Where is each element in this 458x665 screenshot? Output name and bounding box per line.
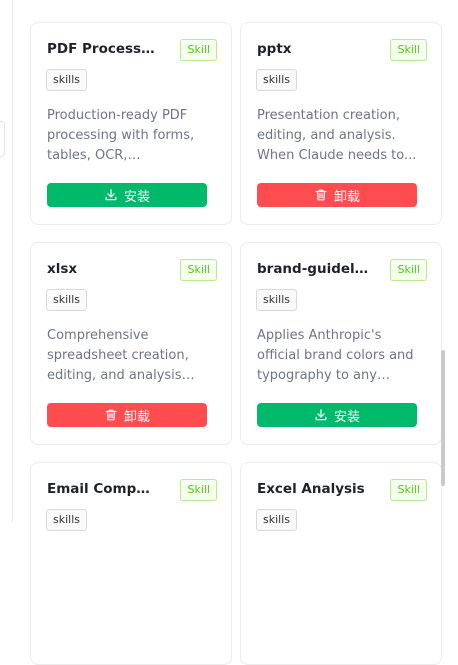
card-title: Email Composer xyxy=(47,481,159,497)
card-description: Presentation creation, editing, and anal… xyxy=(257,108,417,163)
trash-icon xyxy=(104,408,118,422)
skill-badge: Skill xyxy=(180,259,217,281)
card-title: PDF Processi... xyxy=(47,41,159,57)
skill-badge: Skill xyxy=(390,479,427,501)
install-label: 安装 xyxy=(333,409,360,425)
card-title: Excel Analysis xyxy=(257,481,365,497)
skill-badge: Skill xyxy=(180,39,217,61)
skill-card[interactable]: brand-guideli... Skill skills Applies An… xyxy=(240,242,442,445)
card-title: brand-guideli... xyxy=(257,261,369,277)
category-tag: skills xyxy=(46,69,88,91)
skill-card[interactable]: xlsx Skill skills Comprehensive spreadsh… xyxy=(30,242,232,445)
category-tag: skills xyxy=(256,289,298,311)
download-icon xyxy=(104,188,118,202)
skill-card[interactable]: Email Composer Skill skills xyxy=(30,462,232,665)
card-description: Comprehensive spreadsheet creation, edit… xyxy=(47,328,189,383)
uninstall-button[interactable]: 卸载 xyxy=(47,403,207,427)
trash-icon xyxy=(314,188,328,202)
category-tag: skills xyxy=(256,509,298,531)
install-label: 安装 xyxy=(123,189,150,205)
category-tag: skills xyxy=(46,289,88,311)
skill-card[interactable]: PDF Processi... Skill skills Production-… xyxy=(30,22,232,225)
skill-badge: Skill xyxy=(390,259,427,281)
card-title: xlsx xyxy=(47,261,78,277)
left-panel-divider xyxy=(12,0,13,522)
download-icon xyxy=(314,408,328,422)
left-panel-toggle[interactable] xyxy=(0,121,5,157)
skill-badge: Skill xyxy=(390,39,427,61)
card-description: Applies Anthropic's official brand color… xyxy=(257,328,414,383)
category-tag: skills xyxy=(256,69,298,91)
card-title: pptx xyxy=(257,41,292,57)
install-button[interactable]: 安装 xyxy=(47,183,207,207)
skill-card[interactable]: pptx Skill skills Presentation creation,… xyxy=(240,22,442,225)
category-tag: skills xyxy=(46,509,88,531)
vertical-scrollbar[interactable] xyxy=(441,350,445,486)
uninstall-button[interactable]: 卸载 xyxy=(257,183,417,207)
skill-badge: Skill xyxy=(180,479,217,501)
uninstall-label: 卸载 xyxy=(123,409,150,425)
uninstall-label: 卸载 xyxy=(333,189,360,205)
skills-grid: PDF Processi... Skill skills Production-… xyxy=(30,0,442,665)
skill-card[interactable]: Excel Analysis Skill skills xyxy=(240,462,442,665)
card-description: Production-ready PDF processing with for… xyxy=(47,108,195,163)
install-button[interactable]: 安装 xyxy=(257,403,417,427)
